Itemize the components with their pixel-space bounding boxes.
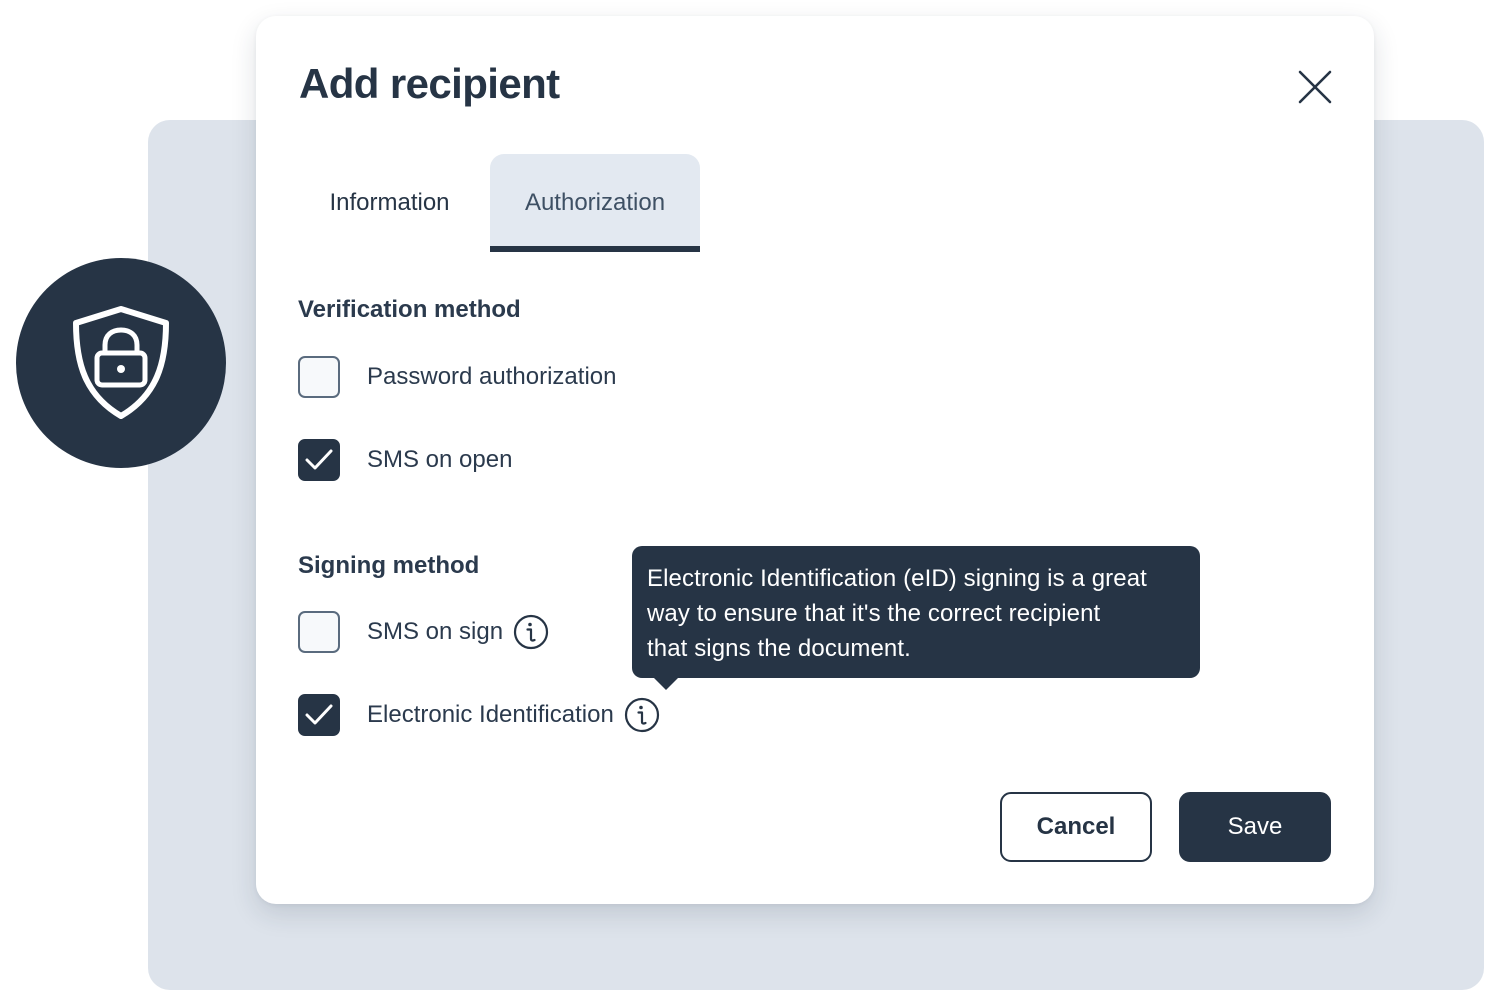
option-electronic-identification[interactable]: Electronic Identification	[298, 694, 660, 736]
info-icon[interactable]	[513, 614, 549, 650]
close-button[interactable]	[1290, 62, 1340, 112]
tooltip-line: that signs the document.	[647, 635, 911, 662]
security-badge	[16, 258, 226, 468]
sms-on-open-checkbox[interactable]	[298, 439, 340, 481]
cancel-button[interactable]: Cancel	[1000, 792, 1152, 862]
option-label: Password authorization	[367, 363, 617, 390]
option-sms-on-open[interactable]: SMS on open	[298, 439, 512, 481]
page: Add recipient Information Authorization …	[0, 0, 1500, 1006]
eid-tooltip: Electronic Identification (eID) signing …	[632, 546, 1200, 690]
tooltip-line: way to ensure that it's the correct reci…	[647, 600, 1101, 627]
save-button[interactable]: Save	[1179, 792, 1331, 862]
password-authorization-checkbox[interactable]	[298, 356, 340, 398]
checkmark-icon	[305, 704, 333, 725]
option-password-authorization[interactable]: Password authorization	[298, 356, 616, 398]
tab-bar: Information Authorization	[299, 154, 700, 252]
option-label: SMS on open	[367, 446, 513, 473]
option-label: SMS on sign	[367, 618, 504, 645]
option-sms-on-sign[interactable]: SMS on sign	[298, 611, 549, 653]
sms-on-sign-checkbox[interactable]	[298, 611, 340, 653]
info-icon[interactable]	[624, 697, 660, 733]
shield-lock-icon	[73, 306, 169, 419]
tooltip-arrow	[654, 678, 678, 690]
dialog-title: Add recipient	[299, 60, 560, 107]
tab-information[interactable]: Information	[299, 154, 480, 252]
tooltip-line: Electronic Identification (eID) signing …	[647, 565, 1147, 592]
electronic-identification-checkbox[interactable]	[298, 694, 340, 736]
checkmark-icon	[305, 449, 333, 470]
add-recipient-dialog: Add recipient Information Authorization …	[256, 16, 1374, 904]
option-label: Electronic Identification	[367, 701, 614, 728]
tab-authorization[interactable]: Authorization	[490, 154, 700, 252]
close-icon	[1298, 70, 1332, 104]
signing-method-heading: Signing method	[298, 552, 480, 579]
verification-method-heading: Verification method	[298, 296, 521, 323]
